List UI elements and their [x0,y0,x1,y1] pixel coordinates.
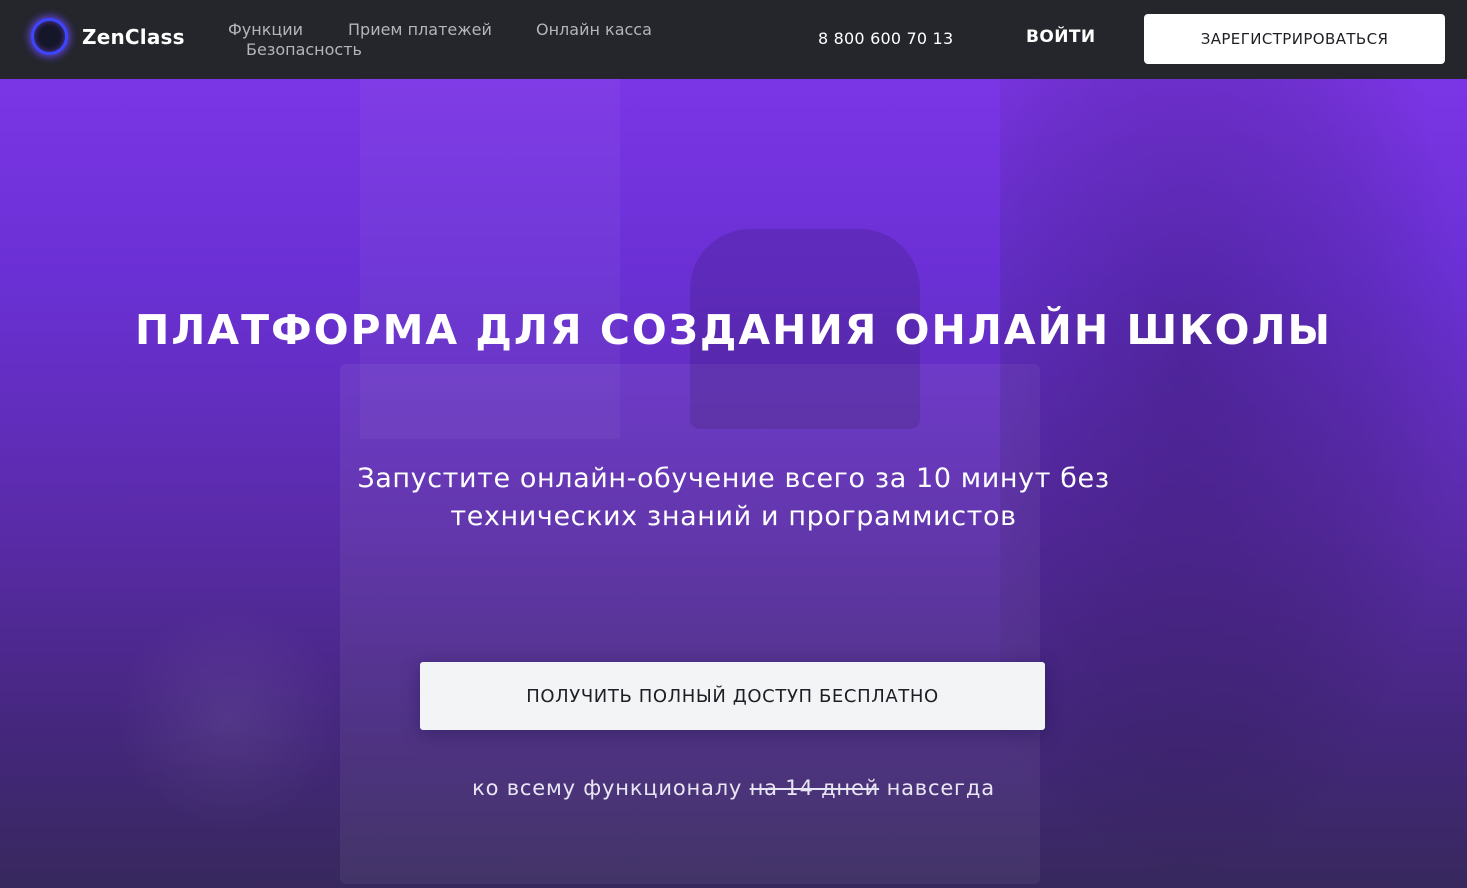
hero-subtitle: Запустите онлайн-обучение всего за 10 ми… [357,463,1110,532]
get-free-access-button[interactable]: ПОЛУЧИТЬ ПОЛНЫЙ ДОСТУП БЕСПЛАТНО [420,662,1045,730]
nav-link-features[interactable]: Функции [228,20,303,39]
access-note-suffix: навсегда [886,776,995,800]
phone-number-link[interactable]: 8 800 600 70 13 [818,29,953,48]
hero-section: ПЛАТФОРМА ДЛЯ СОЗДАНИЯ ОНЛАЙН ШКОЛЫ Запу… [0,79,1467,888]
register-button[interactable]: ЗАРЕГИСТРИРОВАТЬСЯ [1144,14,1445,64]
access-note: ко всему функционалу на 14 дней навсегда [0,776,1467,800]
background-plant [120,599,340,839]
hero-title: ПЛАТФОРМА ДЛЯ СОЗДАНИЯ ОНЛАЙН ШКОЛЫ [134,306,1333,354]
site-header: ZenClass Функции Прием платежей Онлайн к… [0,0,1467,79]
logo[interactable]: ZenClass [31,18,185,55]
logo-text: ZenClass [82,24,185,49]
background-laptop [340,364,1040,884]
nav-link-online-cashier[interactable]: Онлайн касса [536,20,652,39]
logo-ring-icon [31,18,68,55]
access-note-prefix: ко всему функционалу [472,776,743,800]
login-link[interactable]: ВОЙТИ [1026,27,1095,47]
access-note-struck: на 14 дней [749,776,880,800]
nav-link-security[interactable]: Безопасность [246,40,362,59]
nav-link-payments[interactable]: Прием платежей [348,20,492,39]
